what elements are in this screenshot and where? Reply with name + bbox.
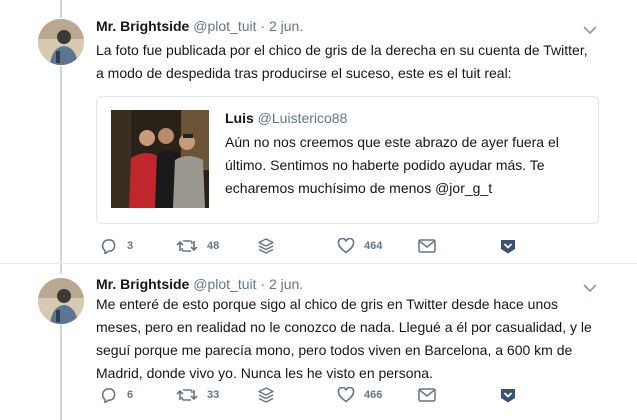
save-button[interactable] <box>500 385 516 405</box>
bookmark-shield-icon <box>500 387 516 403</box>
envelope-icon <box>418 388 436 402</box>
tweet-text-line: Me enteré de esto porque sigo al chico d… <box>96 296 559 312</box>
message-button[interactable] <box>418 236 436 256</box>
retweet-icon <box>176 238 198 254</box>
header-separator: · <box>260 276 266 292</box>
like-button[interactable]: 466 <box>337 385 382 405</box>
stack-button[interactable] <box>257 236 275 256</box>
author-handle[interactable]: @plot_tuit <box>193 276 256 292</box>
envelope-icon <box>418 239 436 253</box>
author-name[interactable]: Mr. Brightside <box>96 276 189 292</box>
tweet-actions: 3 48 464 <box>96 236 526 256</box>
tweet-text-line: meses, pero en realidad no le conozco de… <box>96 319 592 335</box>
retweet-button[interactable]: 33 <box>176 385 219 405</box>
retweet-count: 33 <box>207 389 220 401</box>
retweet-count: 48 <box>207 240 220 252</box>
heart-icon <box>337 387 355 403</box>
tweet[interactable]: Mr. Brightside @plot_tuit · 2 jun. Me en… <box>0 264 637 420</box>
reply-count: 6 <box>127 389 134 401</box>
tweet[interactable]: Mr. Brightside @plot_tuit · 2 jun. La fo… <box>0 0 637 268</box>
quoted-tweet-header: Luis @Luisterico88 <box>225 109 347 127</box>
tweet-date[interactable]: 2 jun. <box>269 276 303 292</box>
reply-count: 3 <box>127 240 134 252</box>
chevron-down-icon[interactable] <box>583 22 597 35</box>
avatar[interactable] <box>38 19 84 65</box>
like-count: 464 <box>364 240 383 252</box>
quoted-author-handle[interactable]: @Luisterico88 <box>258 110 348 126</box>
author-handle[interactable]: @plot_tuit <box>193 18 256 34</box>
stack-button[interactable] <box>257 385 275 405</box>
quoted-tweet-photo[interactable] <box>111 110 209 208</box>
retweet-icon <box>176 387 198 403</box>
save-button[interactable] <box>500 236 516 256</box>
tweet-actions: 6 33 466 <box>96 385 526 405</box>
tweet-text-line: seguí porque me parecía mono, pero todos… <box>96 342 573 358</box>
chevron-down-icon[interactable] <box>583 280 597 293</box>
tweet-text: La foto fue publicada por el chico de gr… <box>96 39 616 85</box>
stack-icon <box>257 386 275 404</box>
avatar[interactable] <box>38 278 84 324</box>
quoted-author-name[interactable]: Luis <box>225 110 254 126</box>
like-button[interactable]: 464 <box>337 236 382 256</box>
heart-icon <box>337 238 355 254</box>
like-count: 466 <box>364 389 383 401</box>
reply-button[interactable]: 3 <box>100 236 133 256</box>
tweet-text: Me enteré de esto porque sigo al chico d… <box>96 293 616 385</box>
header-separator: · <box>260 18 266 34</box>
tweet-header: Mr. Brightside @plot_tuit · 2 jun. <box>96 17 303 35</box>
stack-icon <box>257 237 275 255</box>
quoted-text-line: último. Sentimos no haberte podido ayuda… <box>225 157 545 173</box>
author-name[interactable]: Mr. Brightside <box>96 18 189 34</box>
tweet-date[interactable]: 2 jun. <box>269 18 303 34</box>
tweet-text-line: La foto fue publicada por el chico de gr… <box>96 42 588 58</box>
quoted-text-line: Aún no nos creemos que este abrazo de ay… <box>225 134 559 150</box>
tweet-text-line: a modo de despedida tras producirse el s… <box>96 65 512 81</box>
quoted-tweet-text: Aún no nos creemos que este abrazo de ay… <box>225 131 580 200</box>
tweet-header: Mr. Brightside @plot_tuit · 2 jun. <box>96 275 303 293</box>
reply-button[interactable]: 6 <box>100 385 133 405</box>
quoted-text-line: echaremos muchísimo de menos @jor_g_t <box>225 180 493 196</box>
bookmark-shield-icon <box>500 238 516 254</box>
quoted-tweet-card[interactable]: Luis @Luisterico88 Aún no nos creemos qu… <box>96 96 599 224</box>
reply-icon <box>100 387 118 403</box>
reply-icon <box>100 238 118 254</box>
retweet-button[interactable]: 48 <box>176 236 219 256</box>
tweet-text-line: Madrid, donde vivo yo. Nunca les he vist… <box>96 365 433 381</box>
message-button[interactable] <box>418 385 436 405</box>
